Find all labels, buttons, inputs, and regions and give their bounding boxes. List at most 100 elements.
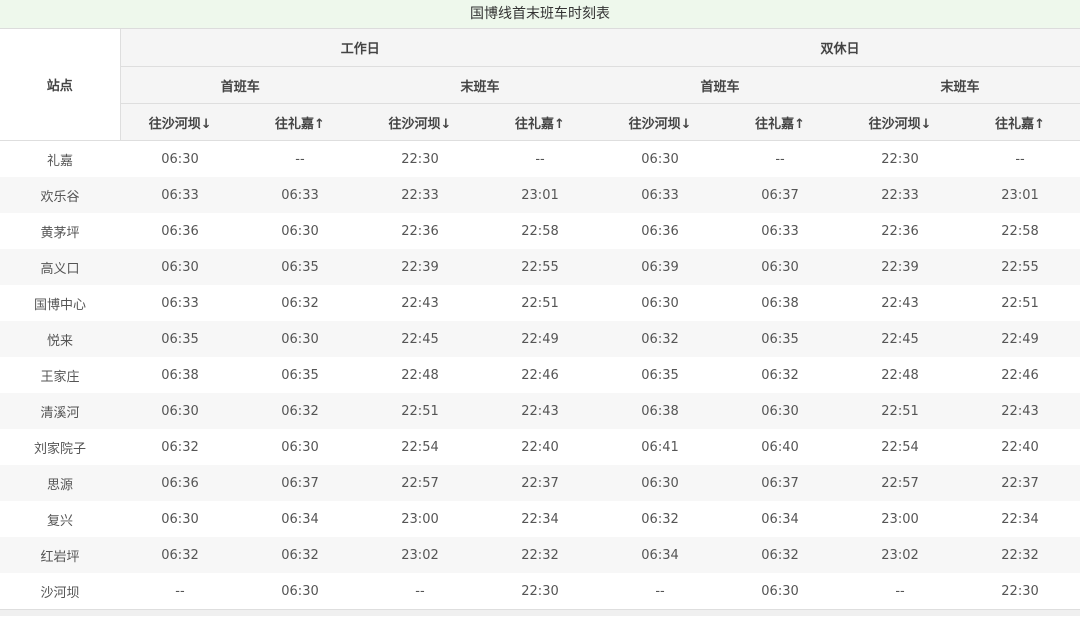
time-cell: 06:34 [761,511,799,527]
time-cell: 22:30 [480,573,601,610]
time-cell: 06:35 [120,321,240,357]
time-cell: 06:40 [761,439,799,455]
time-cell: 06:30 [600,465,721,501]
time-cell: 22:58 [521,223,559,239]
time-cell: 06:30 [120,393,240,429]
time-cell: 22:30 [881,151,919,167]
station-name: 欢乐谷 [0,177,120,213]
time-cell: 06:32 [641,511,679,527]
time-cell: 22:34 [1001,511,1039,527]
time-cell: 06:30 [120,249,240,285]
time-cell: 06:35 [641,367,679,383]
time-cell: 06:33 [240,177,360,213]
time-cell: 06:30 [161,151,199,167]
station-name: 刘家院子 [33,441,86,457]
time-cell: 23:02 [840,537,961,573]
time-cell: 06:32 [120,537,240,573]
time-cell: 22:40 [1001,439,1039,455]
time-cell: 22:51 [521,295,559,311]
time-cell: 23:01 [480,177,601,213]
direction-header: 往礼嘉↑ [480,103,601,141]
table-row: 欢乐谷 06:33 06:33 22:33 23:01 06:33 06:37 22:33 23… [0,177,1080,213]
table-row: 思源 06:36 06:37 22:57 22:37 06:30 06:37 22:57 22:… [0,465,1080,501]
time-cell: 06:32 [761,367,799,383]
station-name: 黄茅坪 [40,225,80,241]
train-group-header: 末班车 [840,66,1080,104]
time-cell: -- [535,151,545,167]
time-cell: 22:39 [360,249,480,285]
time-cell: 22:30 [960,573,1080,610]
time-cell: 22:54 [881,439,919,455]
time-cell: 06:39 [600,249,721,285]
direction-header: 往礼嘉↑ [240,103,360,141]
table-row: 黄茅坪 06:36 06:30 22:36 22:58 06:36 06:33 22:36 22… [0,213,1080,249]
train-group-header: 首班车 [120,66,360,104]
time-cell: 22:37 [960,465,1080,501]
time-cell: 06:41 [641,439,679,455]
time-cell: 06:33 [120,177,240,213]
table-row: 清溪河 06:30 06:32 22:51 22:43 06:38 06:30 22:51 22… [0,393,1080,429]
time-cell: 06:35 [720,321,841,357]
station-name: 悦来 [0,321,120,357]
table-row: 沙河坝 -- 06:30 -- 22:30 -- 06:30 -- 22:30 [0,573,1080,610]
station-name: 国博中心 [33,297,86,313]
day-group-weekend: 双休日 [600,29,1080,67]
time-cell: 06:34 [600,537,721,573]
time-cell: 06:35 [240,249,360,285]
train-group-header: 末班车 [360,66,601,104]
station-name: 思源 [0,465,120,501]
station-name: 清溪河 [0,393,120,429]
time-cell: 22:45 [360,321,480,357]
time-cell: -- [295,151,305,167]
train-group-header: 首班车 [600,66,841,104]
time-cell: 06:32 [600,321,721,357]
direction-header: 往礼嘉↑ [720,103,841,141]
time-cell: 06:30 [720,573,841,610]
table-row: 刘家院子 06:32 06:30 22:54 22:40 06:41 06:40 22:54 2… [0,429,1080,465]
direction-header: 往礼嘉↑ [960,103,1080,141]
time-cell: 22:32 [480,537,601,573]
time-cell: 22:34 [521,511,559,527]
time-cell: 22:39 [840,249,961,285]
direction-header: 往沙河坝↓ [840,103,961,141]
table-row: 悦来 06:35 06:30 22:45 22:49 06:32 06:35 22:45 22:… [0,321,1080,357]
time-cell: 06:30 [240,321,360,357]
station-column-header: 站点 [0,29,121,141]
table-row: 高义口 06:30 06:35 22:39 22:55 06:39 06:30 22:39 22… [0,249,1080,285]
time-cell: 06:38 [761,295,799,311]
time-cell: 06:30 [641,151,679,167]
station-name: 王家庄 [40,369,80,385]
table-row: 国博中心 06:33 06:32 22:43 22:51 06:30 06:38 22:43 2… [0,285,1080,321]
time-cell: 22:45 [840,321,961,357]
time-cell: 06:37 [720,177,841,213]
direction-header: 往沙河坝↓ [120,103,240,141]
time-cell: 06:37 [720,465,841,501]
table-row: 红岩坪 06:32 06:32 23:02 22:32 06:34 06:32 23:02 22… [0,537,1080,573]
time-cell: -- [120,573,240,610]
time-cell: 06:30 [240,573,360,610]
time-cell: 22:43 [960,393,1080,429]
time-cell: -- [840,573,961,610]
table-row: 复兴 06:30 06:34 23:00 22:34 06:32 06:34 23:00 22:… [0,501,1080,537]
station-name: 复兴 [46,513,73,529]
time-cell: 06:30 [281,439,319,455]
timetable-header: 站点 工作日 双休日 首班车 末班车 首班车 末班车 往沙河坝↓ 往礼嘉↑ 往沙… [0,29,1080,141]
timetable-body: 礼嘉 06:30 -- 22:30 -- 06:30 -- 22:30 -- 欢乐谷 06:33 06… [0,141,1080,610]
time-cell: 22:51 [840,393,961,429]
time-cell: 22:57 [840,465,961,501]
time-cell: 06:33 [600,177,721,213]
time-cell: 22:33 [360,177,480,213]
time-cell: 22:43 [881,295,919,311]
time-cell: 22:46 [1001,367,1039,383]
time-cell: 06:37 [240,465,360,501]
time-cell: 23:01 [960,177,1080,213]
time-cell: 22:55 [480,249,601,285]
time-cell: 22:46 [521,367,559,383]
time-cell: 06:30 [641,295,679,311]
time-cell: 22:51 [360,393,480,429]
direction-header: 往沙河坝↓ [360,103,480,141]
time-cell: 22:40 [521,439,559,455]
time-cell: -- [775,151,785,167]
table-row: 王家庄 06:38 06:35 22:48 22:46 06:35 06:32 22:48 22… [0,357,1080,393]
time-cell: 06:32 [240,393,360,429]
